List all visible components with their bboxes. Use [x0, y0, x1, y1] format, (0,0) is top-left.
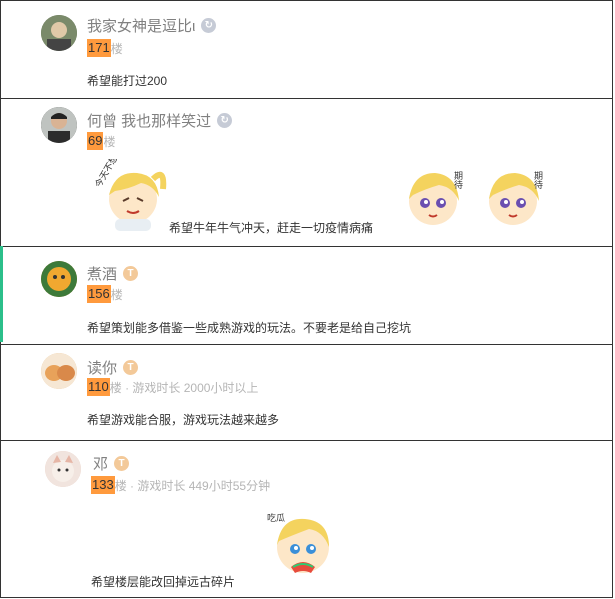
anime-girl-sticker-icon[interactable]: 今天不想: [93, 159, 167, 233]
level-badge-icon: T: [114, 456, 130, 471]
floor-number: 171: [87, 39, 111, 57]
avatar[interactable]: [41, 107, 77, 143]
comment-content: 希望策划能多借鉴一些成熟游戏的玩法。不要老是给自己挖坑: [87, 321, 412, 335]
comment-content: 希望楼层能改回掉远古碎片: [91, 575, 236, 589]
username-text[interactable]: 何曾 我也那样笑过: [87, 110, 211, 131]
anime-girl-sticker-icon[interactable]: 吃瓜: [263, 507, 343, 587]
floor-suffix: 楼: [103, 134, 116, 149]
floor-suffix: 楼 · 游戏时长 449小时55分钟: [114, 478, 271, 493]
comment-list: 我家女神是逗比ι ↻ 171 楼 希望能打过200 何曾 我也那样笑过 ↻ 69…: [0, 0, 615, 599]
sticker-caption: 期待: [452, 171, 463, 190]
avatar[interactable]: [41, 353, 77, 389]
level-badge-icon: ↻: [217, 113, 233, 128]
floor-number: 69: [87, 132, 104, 150]
username[interactable]: 我家女神是逗比ι ↻: [87, 15, 217, 36]
username[interactable]: 何曾 我也那样笑过 ↻: [87, 110, 233, 131]
comment-post: 邓 T 133 楼 · 游戏时长 449小时55分钟 吃瓜 希望楼层能改回掉远古…: [0, 440, 613, 598]
username-text[interactable]: 邓: [93, 453, 108, 474]
username[interactable]: 煮酒 T: [87, 263, 139, 284]
floor-suffix: 楼: [110, 41, 123, 56]
floor-number: 156: [87, 285, 111, 303]
username-text[interactable]: 煮酒: [87, 263, 117, 284]
comment-post: 煮酒 T 156 楼 希望策划能多借鉴一些成熟游戏的玩法。不要老是给自己挖坑: [0, 246, 613, 344]
level-badge-icon: T: [123, 360, 139, 375]
comment-content: 希望游戏能合服，游戏玩法越来越多: [87, 413, 280, 427]
floor-meta: 171 楼: [87, 39, 123, 57]
avatar[interactable]: [41, 15, 77, 51]
comment-post: 读你 T 110 楼 · 游戏时长 2000小时以上 希望游戏能合服，游戏玩法越…: [0, 344, 613, 440]
avatar[interactable]: [45, 451, 81, 487]
level-badge-icon: ↻: [201, 18, 217, 33]
floor-meta: 133 楼 · 游戏时长 449小时55分钟: [91, 476, 270, 494]
username[interactable]: 读你 T: [87, 357, 139, 378]
user-avatar-icon: [41, 107, 77, 143]
floor-suffix: 楼: [110, 287, 123, 302]
comment-content: 希望能打过200: [87, 74, 168, 88]
floor-number: 133: [91, 476, 115, 494]
user-avatar-icon: [45, 451, 81, 487]
comment-content: 希望牛年牛气冲天，赶走一切疫情病痛: [169, 221, 374, 235]
username-text[interactable]: 我家女神是逗比ι: [87, 15, 195, 36]
floor-number: 110: [87, 378, 110, 396]
floor-suffix: 楼 · 游戏时长 2000小时以上: [109, 380, 259, 395]
comment-post: 何曾 我也那样笑过 ↻ 69 楼 今天不想 希望牛年牛气冲天，赶走一切疫情病痛 …: [0, 98, 613, 246]
username-text[interactable]: 读你: [87, 357, 117, 378]
user-avatar-icon: [41, 353, 77, 389]
user-avatar-icon: [41, 15, 77, 51]
sticker-caption: 期待: [532, 171, 543, 190]
user-avatar-icon: [41, 261, 77, 297]
level-badge-icon: T: [123, 266, 139, 281]
username[interactable]: 邓 T: [93, 453, 130, 474]
sticker-caption: 吃瓜: [267, 512, 285, 524]
floor-meta: 69 楼: [87, 132, 115, 150]
anime-girl-sticker-icon[interactable]: 期待: [479, 161, 551, 233]
avatar[interactable]: [41, 261, 77, 297]
comment-post: 我家女神是逗比ι ↻ 171 楼 希望能打过200: [0, 0, 613, 98]
selection-indicator: [0, 246, 3, 342]
anime-girl-sticker-icon[interactable]: 期待: [399, 161, 471, 233]
floor-meta: 156 楼: [87, 285, 123, 303]
floor-meta: 110 楼 · 游戏时长 2000小时以上: [87, 378, 258, 396]
